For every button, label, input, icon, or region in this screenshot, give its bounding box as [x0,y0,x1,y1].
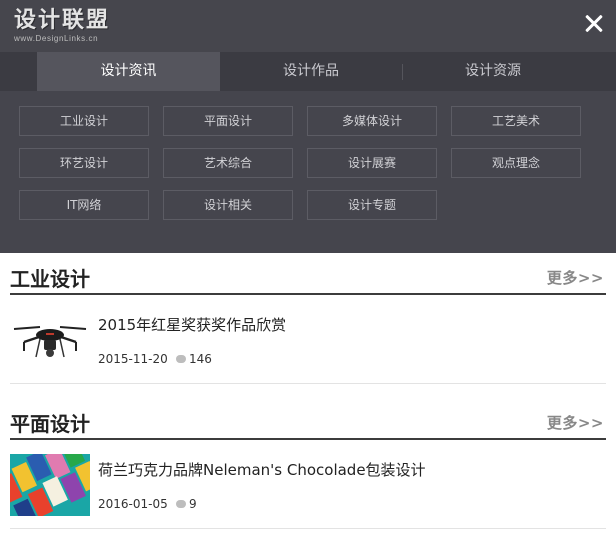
close-icon[interactable] [580,10,608,38]
category-multimedia-design[interactable]: 多媒体设计 [307,106,437,136]
logo-text: 设计联盟 [14,8,111,33]
category-exhibitions[interactable]: 设计展赛 [307,148,437,178]
top-bar: 设计联盟 www.DesignLinks.cn [0,0,616,52]
section-title: 工业设计 [10,267,90,291]
more-link[interactable]: 更多>> [547,412,604,434]
comment-bubble-icon [176,499,186,508]
tab-design-resources[interactable]: 设计资源 [403,52,583,91]
chocolate-packaging-image[interactable] [10,454,90,516]
section-header: 平面设计 更多>> [10,410,606,440]
site-logo[interactable]: 设计联盟 www.DesignLinks.cn [14,8,110,43]
category-crafts[interactable]: 工艺美术 [451,106,581,136]
chocolate-packaging-icon [10,454,90,516]
category-environmental-design[interactable]: 环艺设计 [19,148,149,178]
tab-design-news[interactable]: 设计资讯 [37,52,220,91]
category-art-general[interactable]: 艺术综合 [163,148,293,178]
category-graphic-design[interactable]: 平面设计 [163,106,293,136]
comment-count-value: 146 [189,352,212,366]
drone-icon [10,309,90,371]
category-viewpoints[interactable]: 观点理念 [451,148,581,178]
article-title[interactable]: 荷兰巧克力品牌Neleman's Chocolade包装设计 [98,460,426,480]
article-date: 2016-01-05 [98,497,168,511]
section-header: 工业设计 更多>> [10,265,606,295]
nav-menu-panel: 设计联盟 www.DesignLinks.cn 设计资讯 设计作品 设计资源 工… [0,0,616,253]
category-design-related[interactable]: 设计相关 [163,190,293,220]
comment-count-value: 9 [189,497,197,511]
logo-url: www.DesignLinks.cn [14,34,99,43]
article-item[interactable]: 2015年红星奖获奖作品欣赏 2015-11-20 146 [10,295,606,384]
article-item[interactable]: 荷兰巧克力品牌Neleman's Chocolade包装设计 2016-01-0… [10,440,606,529]
tab-design-works[interactable]: 设计作品 [220,52,402,91]
comment-count: 146 [176,351,212,367]
category-industrial-design[interactable]: 工业设计 [19,106,149,136]
tab-bar: 设计资讯 设计作品 设计资源 [0,52,616,91]
comment-bubble-icon [176,354,186,363]
category-it-network[interactable]: IT网络 [19,190,149,220]
article-date: 2015-11-20 [98,352,168,366]
category-design-topics[interactable]: 设计专题 [307,190,437,220]
article-title[interactable]: 2015年红星奖获奖作品欣赏 [98,315,286,335]
drone-image[interactable] [10,309,90,371]
more-link[interactable]: 更多>> [547,267,604,289]
comment-count: 9 [176,496,197,512]
section-title: 平面设计 [10,412,90,436]
